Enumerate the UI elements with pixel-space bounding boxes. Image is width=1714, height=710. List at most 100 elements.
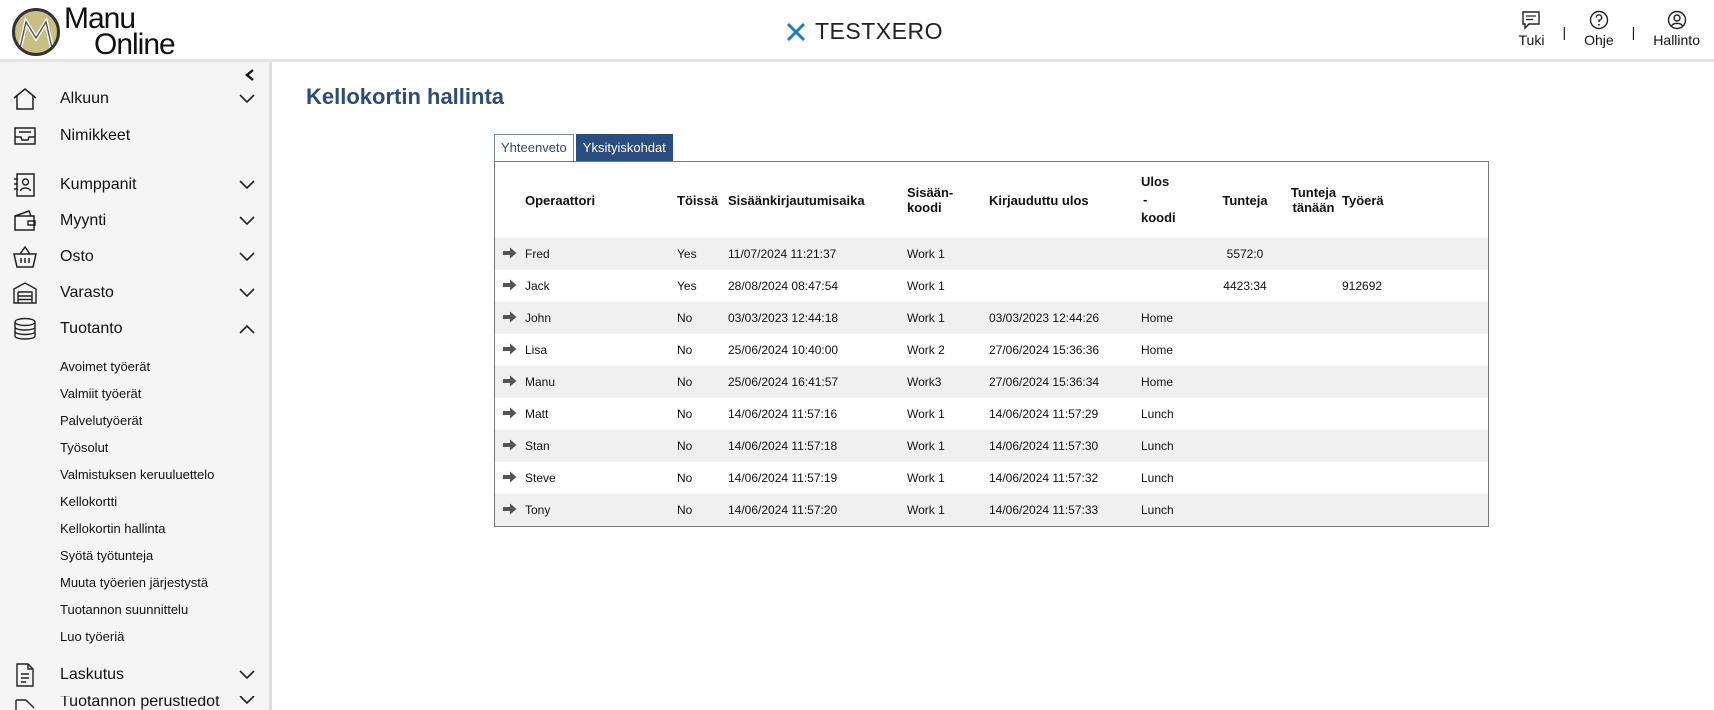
arrow-right-icon (503, 311, 517, 322)
header-arrow (495, 162, 525, 238)
sidebar-subitem-luo-tyoeria[interactable]: Luo työeriä (60, 629, 124, 644)
cell-in-time: 25/06/2024 10:40:00 (728, 343, 839, 357)
logo-line-2: Online (94, 28, 176, 61)
arrow-right-icon (503, 247, 517, 258)
row-arrow-cell[interactable] (495, 494, 525, 526)
cell-out-code: Lunch (1141, 430, 1205, 462)
table-row[interactable]: Tony No 14/06/2024 11:57:20 Work 1 14/06/202… (495, 494, 1488, 526)
help-button[interactable]: Ohje (1584, 10, 1614, 48)
support-label: Tuki (1518, 32, 1545, 48)
sidebar-subitem-tuotannon-suunnittelu[interactable]: Tuotannon suunnittelu (60, 602, 188, 617)
logo-mark-icon (12, 8, 60, 56)
cell-operator: Manu (525, 366, 677, 398)
row-arrow-cell[interactable] (495, 398, 525, 430)
chevron-down-icon[interactable] (238, 696, 256, 709)
header-tunteja-tanaan[interactable]: Tunteja tänään (1285, 162, 1342, 238)
cell-hours (1205, 302, 1285, 334)
table-row[interactable]: Lisa No 25/06/2024 10:40:00 Work 2 27/06/202… (495, 334, 1488, 366)
sidebar-subitem-palvelutyoerat[interactable]: Palvelutyöerät (60, 413, 142, 428)
header-operaattori[interactable]: Operaattori (525, 162, 677, 238)
sidebar-subitem-valmistuksen-keruuluettelo[interactable]: Valmistuksen keruuluettelo (60, 467, 214, 482)
sidebar-item-tuotannon-perustiedot[interactable]: Tuotannon perustiedot (0, 696, 268, 710)
table-row[interactable]: Matt No 14/06/2024 11:57:16 Work 1 14/06/202… (495, 398, 1488, 430)
sidebar-subitem-avoimet-tyoerat[interactable]: Avoimet työerät (60, 359, 150, 374)
cell-today (1285, 270, 1342, 302)
manu-online-logo[interactable]: Manu Online (12, 4, 176, 61)
sidebar-item-myynti[interactable]: Myynti (0, 206, 268, 236)
header-sisaan-koodi[interactable]: Sisään- koodi (907, 162, 989, 238)
row-arrow-cell[interactable] (495, 430, 525, 462)
row-arrow-cell[interactable] (495, 302, 525, 334)
company-brand: TESTXERO (786, 18, 943, 45)
cell-operator: Matt (525, 407, 549, 421)
chevron-down-icon[interactable] (238, 90, 256, 108)
row-arrow-cell[interactable] (495, 334, 525, 366)
sidebar-subitem-valmiit-tyoerat[interactable]: Valmiit työerät (60, 386, 141, 401)
chevron-down-icon[interactable] (238, 248, 256, 266)
cell-in-time: 14/06/2024 11:57:16 (728, 407, 838, 421)
row-arrow-cell[interactable] (495, 238, 525, 270)
row-arrow-cell[interactable] (495, 270, 525, 302)
cell-job (1342, 494, 1488, 526)
support-button[interactable]: Tuki (1518, 10, 1545, 48)
admin-button[interactable]: Hallinto (1653, 10, 1700, 48)
header-toissa[interactable]: Töissä (677, 162, 728, 238)
chat-icon (1522, 11, 1541, 30)
cell-in-code: Work 1 (907, 494, 989, 526)
cell-out-time: 14/06/2024 11:57:30 (989, 430, 1141, 462)
table-row[interactable]: John No 03/03/2023 12:44:18 Work 1 03/03/202… (495, 302, 1488, 334)
header-ulos-koodi-line1: Ulos (1141, 174, 1170, 189)
sidebar-subitem-kellokortti[interactable]: Kellokortti (60, 494, 117, 509)
sidebar-item-laskutus[interactable]: Laskutus (0, 660, 268, 690)
chevron-down-icon[interactable] (238, 176, 256, 194)
sidebar-item-osto[interactable]: Osto (0, 242, 268, 272)
arrow-right-icon (503, 503, 517, 514)
table-row[interactable]: Steve No 14/06/2024 11:57:19 Work 1 14/06/20… (495, 462, 1488, 494)
header-kirjauduttu-ulos[interactable]: Kirjauduttu ulos (989, 162, 1141, 238)
cell-operator: Tony (525, 494, 677, 526)
cell-out-code: Lunch (1141, 494, 1205, 526)
sidebar-item-varasto[interactable]: Varasto (0, 278, 268, 308)
sidebar-item-label: Varasto (60, 284, 114, 301)
tab-yksityiskohdat[interactable]: Yksityiskohdat (575, 134, 673, 162)
cell-operator: Steve (525, 471, 556, 485)
database-icon (14, 317, 36, 340)
header-sisaankirjautumisaika[interactable]: Sisäänkirjautumisaika (728, 162, 907, 238)
header-tunteja[interactable]: Tunteja (1205, 162, 1285, 238)
sidebar-subitem-tyosolut[interactable]: Työsolut (60, 440, 108, 455)
chevron-down-icon[interactable] (238, 666, 256, 684)
tab-bar: Yhteenveto Yksityiskohdat (494, 134, 675, 162)
sidebar-item-alkuun[interactable]: Alkuun (0, 84, 268, 114)
header-sisaan-koodi-line1: Sisään- (907, 185, 954, 200)
row-arrow-cell[interactable] (495, 366, 525, 398)
sidebar-subitem-syota-tyotunteja[interactable]: Syötä työtunteja (60, 548, 153, 563)
sidebar-item-tuotanto[interactable]: Tuotanto (0, 314, 268, 344)
header-tyoera[interactable]: Työerä (1342, 162, 1488, 238)
header-ulos-koodi[interactable]: Ulos - koodi (1141, 162, 1205, 238)
sidebar-subitem-kellokortin-hallinta[interactable]: Kellokortin hallinta (60, 521, 166, 536)
cell-toissa: No (677, 494, 728, 526)
tab-yhteenveto[interactable]: Yhteenveto (494, 134, 574, 162)
table-row[interactable]: Jack Yes 28/08/2024 08:47:54 Work 1 4423:34 9… (495, 270, 1488, 302)
basket-icon (13, 245, 37, 268)
chevron-up-icon[interactable] (238, 320, 256, 338)
table-row[interactable]: Stan No 14/06/2024 11:57:18 Work 1 14/06/202… (495, 430, 1488, 462)
sidebar-subitem-muuta-tyoerien-jarjestysta[interactable]: Muuta työerien järjestystä (60, 575, 208, 590)
arrow-right-icon (503, 407, 517, 418)
sidebar-item-label: Laskutus (60, 666, 125, 683)
chevron-down-icon[interactable] (238, 284, 256, 302)
sidebar-item-kumppanit[interactable]: Kumppanit (0, 170, 268, 200)
arrow-right-icon (503, 279, 517, 290)
settings-icon (15, 699, 35, 710)
cell-today (1285, 334, 1342, 366)
sidebar-item-nimikkeet[interactable]: Nimikkeet (0, 121, 268, 151)
cell-job (1342, 398, 1488, 430)
table-row[interactable]: Fred Yes 11/07/2024 11:21:37 Work 1 5572:0 (495, 238, 1488, 270)
row-arrow-cell[interactable] (495, 462, 525, 494)
help-label: Ohje (1584, 32, 1614, 48)
cell-in-code: Work 1 (907, 407, 945, 421)
cell-today (1285, 398, 1342, 430)
chevron-down-icon[interactable] (238, 212, 256, 230)
collapse-sidebar-button[interactable] (244, 68, 256, 85)
table-row[interactable]: Manu No 25/06/2024 16:41:57 Work3 27/06/2024… (495, 366, 1488, 398)
